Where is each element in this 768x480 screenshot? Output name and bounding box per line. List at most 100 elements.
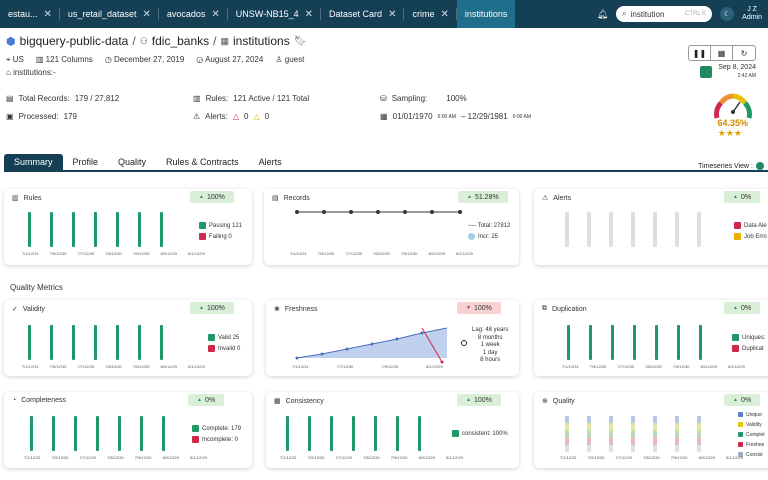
tab-alerts[interactable]: Alerts — [249, 154, 292, 170]
bar — [50, 325, 53, 360]
bar — [677, 325, 680, 360]
meta-created: ◷ December 27, 2019 — [104, 55, 185, 64]
legend: ◦— Total: 27812 Incr: 25 — [468, 223, 511, 240]
search-input[interactable]: ⌕ institution CTRL K — [616, 6, 713, 22]
bar — [374, 416, 377, 451]
grid-icon[interactable]: ▦ — [711, 46, 733, 60]
tab-profile[interactable]: Profile — [63, 154, 109, 170]
user-menu[interactable]: J Z Admin — [742, 6, 762, 22]
x-dates: 7/1/12/31 7/9/12/30 7/7/12/30 7/8/12/30 7/9/… — [290, 251, 473, 256]
legend-swatch — [199, 221, 206, 229]
x-dates: 7/1/12/31 7/9/12/30 7/7/12/30 7/8/12/30 7/9/… — [560, 455, 743, 460]
x-dates: 7/1/12/31 7/7/12/30 7/9/12/30 8/1/12/29 — [292, 364, 443, 369]
stacked-bar — [587, 416, 591, 452]
score-value: 64.35% — [717, 118, 748, 128]
legend: Unique Validity Complet Freshne Consist — [738, 410, 765, 460]
person-icon: ♙ — [275, 55, 283, 64]
card-duplication: ⧉ Duplication ▲ 0% Uniques: Duplicat 7/1/1… — [534, 300, 768, 376]
tab-institutions[interactable]: institutions — [456, 0, 516, 28]
bar — [330, 416, 333, 451]
tab-label: crime — [412, 9, 435, 19]
bar — [653, 212, 657, 247]
stat-sampling: ⛁ Sampling: 100% — [380, 94, 467, 103]
refresh-icon[interactable]: ↻ — [733, 46, 755, 60]
legend-swatch — [208, 344, 215, 352]
card-title: Records — [283, 194, 310, 202]
bar — [565, 212, 569, 247]
bar — [138, 212, 141, 247]
tab-crime[interactable]: crime ✕ — [404, 0, 458, 28]
bar — [675, 212, 679, 247]
duplication-badge: ▲ 0% — [724, 302, 761, 314]
alerts-badge: ▲ 0% — [724, 191, 761, 203]
card-title: Alerts — [553, 194, 572, 202]
alert-yellow-icon: △ — [253, 112, 260, 121]
completeness-badge: ▲ 0% — [188, 394, 225, 406]
alert-red-icon: △ — [232, 112, 239, 121]
stat-processed: ▣ Processed: 179 — [6, 112, 77, 121]
close-icon[interactable]: ✕ — [440, 9, 448, 20]
records-badge: ▲ 51.28% — [458, 191, 508, 203]
bars — [567, 322, 702, 360]
legend-swatch — [738, 422, 743, 428]
tab-restaurant[interactable]: estau... ✕ — [0, 0, 60, 28]
consistency-icon: ▦ — [274, 398, 281, 405]
card-validity: ✓ Validity ▲ 100% Valid 25 Invalid 0 7/1/1… — [4, 300, 252, 376]
timeseries-toggle[interactable]: Timeseries View : — [698, 162, 764, 170]
card-rules: ▥ Rules ▲ 100% Passing 121 Failing 0 7/1/1… — [4, 189, 252, 265]
bars — [28, 322, 163, 360]
legend-swatch — [452, 429, 459, 437]
tab-us-retail[interactable]: us_retail_dataset ✕ — [60, 0, 159, 28]
tab-unsw[interactable]: UNSW-NB15_4 ✕ — [228, 0, 322, 28]
rules-badge: ▲ 100% — [190, 191, 234, 203]
bell-icon[interactable]: 🔔︎ — [597, 9, 608, 20]
breadcrumb-project[interactable]: bigquery-public-data — [20, 34, 129, 48]
validity-badge: ▲ 100% — [190, 302, 234, 314]
bookmark-icon[interactable]: 🔖︎ — [294, 36, 307, 47]
legend-swatch — [738, 432, 743, 438]
completeness-icon: ◔ — [12, 397, 17, 404]
bar — [609, 212, 613, 247]
close-icon[interactable]: ✕ — [388, 9, 396, 20]
search-icon: ⌕ — [622, 9, 627, 18]
bars — [28, 209, 163, 247]
freshness-area-chart — [295, 327, 448, 364]
legend-swatch — [208, 333, 215, 341]
card-consistency: ▦ Consistency ▲ 100% consistent: 100% 7/1/… — [266, 392, 519, 468]
close-icon[interactable]: ✕ — [44, 9, 52, 20]
user-initials: J Z — [747, 6, 757, 13]
tab-rules-contracts[interactable]: Rules & Contracts — [156, 154, 249, 170]
legend: Passing 121 Failing 0 — [199, 221, 242, 243]
table-meta: ⌖ US ▥ 121 Columns ◷ December 27, 2019 ◶… — [6, 55, 304, 65]
bar — [30, 416, 33, 451]
card-completeness: ◔ Completeness ▲ 0% Complete: 179 Incomple… — [4, 392, 252, 468]
breadcrumb-dataset[interactable]: fdic_banks — [152, 34, 209, 48]
close-icon[interactable]: ✕ — [142, 9, 150, 20]
tab-quality[interactable]: Quality — [108, 154, 156, 170]
view-controls: ❚❚ ▦ ↻ — [688, 45, 756, 61]
processed-icon: ▣ — [6, 112, 14, 121]
toggle-switch[interactable] — [756, 162, 764, 170]
calendar-icon: ▦ — [380, 112, 388, 121]
tab-avocados[interactable]: avocados ✕ — [159, 0, 228, 28]
card-title: Rules — [23, 194, 42, 202]
validity-icon: ✓ — [12, 306, 18, 313]
stacked-bar — [675, 416, 679, 452]
bar — [587, 212, 591, 247]
legend-swatch — [192, 435, 199, 443]
tab-summary[interactable]: Summary — [4, 154, 63, 170]
user-role: Admin — [742, 14, 762, 21]
theme-toggle-icon[interactable]: ☾ — [720, 7, 735, 21]
close-icon[interactable]: ✕ — [211, 9, 219, 20]
tag-icon: ⌂ — [6, 68, 11, 77]
bars — [286, 413, 421, 451]
table-icon: ▦ — [220, 35, 229, 46]
tab-dataset-card[interactable]: Dataset Card ✕ — [321, 0, 405, 28]
bar — [396, 416, 399, 451]
last-run-date: Sep 8, 2024 — [718, 64, 756, 71]
arrow-up-icon: ▲ — [199, 194, 204, 200]
pause-icon[interactable]: ❚❚ — [689, 46, 711, 60]
last-run: Sep 8, 2024 2:42 AM — [700, 64, 756, 80]
bar — [633, 325, 636, 360]
close-icon[interactable]: ✕ — [305, 9, 313, 20]
